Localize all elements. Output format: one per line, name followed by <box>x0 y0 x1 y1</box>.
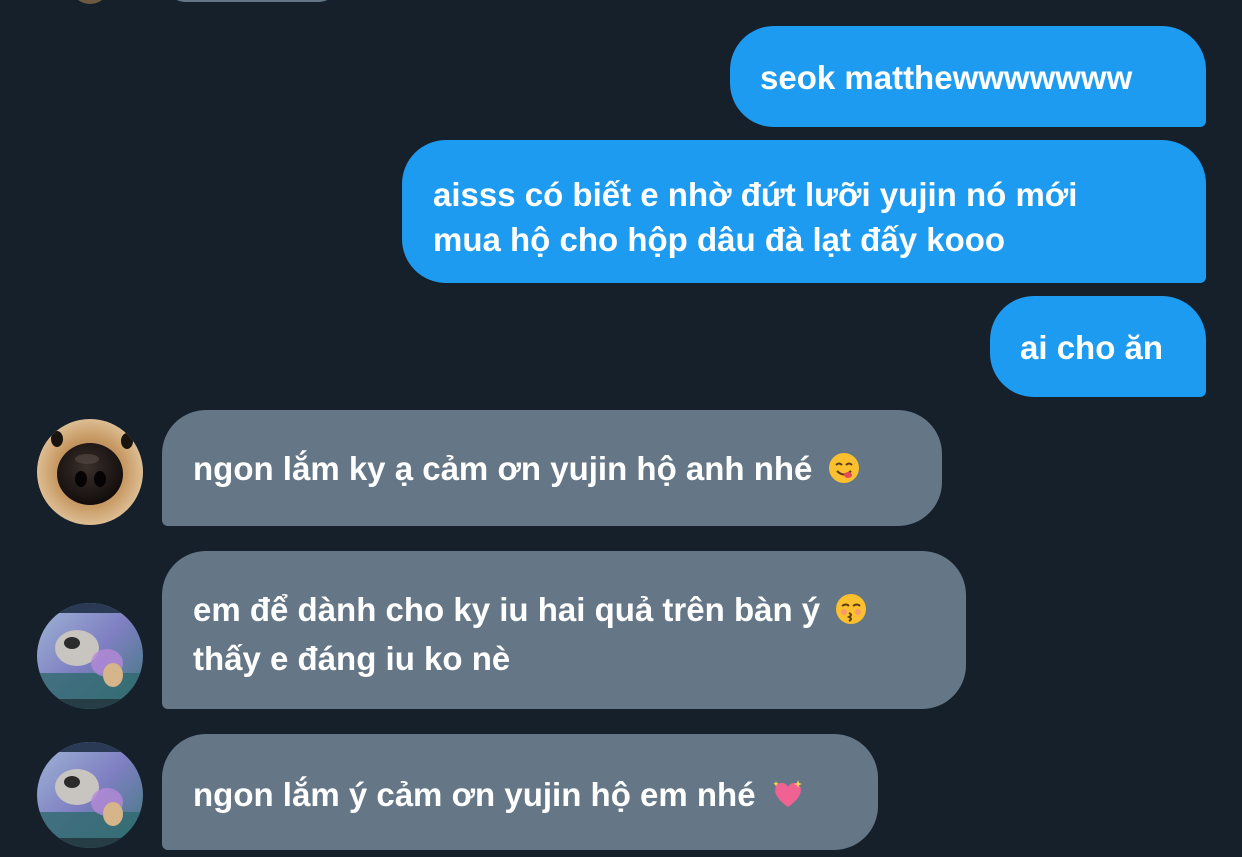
previous-avatar-edge <box>70 0 110 4</box>
received-message-bubble[interactable]: ngon lắm ý cảm ơn yujin hộ em nhé <box>162 734 878 850</box>
message-text: ngon lắm ky ạ cảm ơn yujin hộ anh nhé <box>193 450 813 487</box>
received-message-bubble[interactable]: ngon lắm ky ạ cảm ơn yujin hộ anh nhé <box>162 410 942 526</box>
message-text: ai cho ăn <box>1020 329 1164 366</box>
message-text-line: em để dành cho ky iu hai quả trên bàn ý <box>193 587 966 636</box>
sent-message-bubble[interactable]: seok matthewwwwwww <box>730 26 1206 127</box>
sparkling-heart-emoji <box>771 776 805 821</box>
previous-message-edge <box>162 0 342 2</box>
dog-nose-avatar[interactable] <box>37 419 143 525</box>
message-text-line: mua hộ cho hộp dâu đà lạt đấy kooo <box>433 221 1006 258</box>
collage-avatar[interactable] <box>37 603 143 709</box>
face-savoring-food-emoji <box>828 450 860 495</box>
kissing-face-emoji <box>835 591 867 636</box>
message-text-line: aisss có biết e nhờ đứt lưỡi yujin nó mớ… <box>433 176 1078 213</box>
sent-message-bubble[interactable]: aisss có biết e nhờ đứt lưỡi yujin nó mớ… <box>402 140 1206 283</box>
message-text: seok matthewwwwwww <box>760 59 1133 96</box>
received-message-bubble[interactable]: em để dành cho ky iu hai quả trên bàn ý … <box>162 551 966 709</box>
message-text: ngon lắm ý cảm ơn yujin hộ em nhé <box>193 776 756 813</box>
sent-message-bubble[interactable]: ai cho ăn <box>990 296 1206 397</box>
message-text-line: thấy e đáng iu ko nè <box>193 640 511 677</box>
collage-avatar[interactable] <box>37 742 143 848</box>
